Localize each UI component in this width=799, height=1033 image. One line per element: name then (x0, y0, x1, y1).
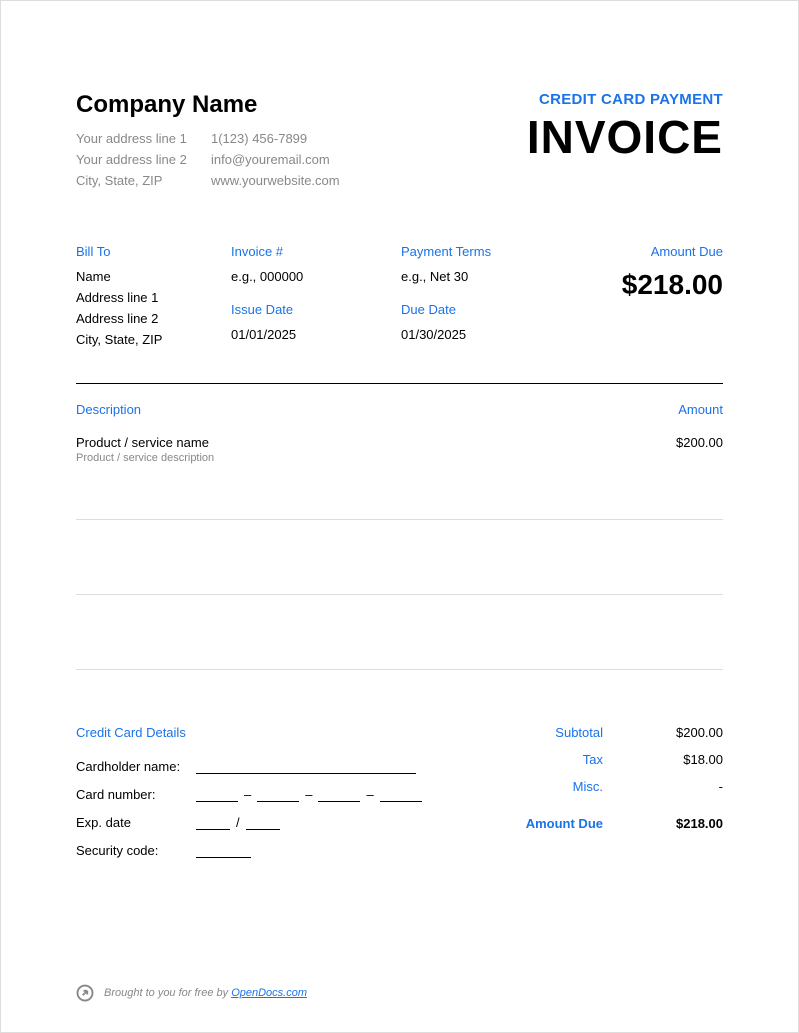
due-date: 01/30/2025 (401, 327, 551, 342)
invoice-meta: Bill To Name Address line 1 Address line… (76, 244, 723, 353)
line-item-row: Product / service name Product / service… (76, 435, 723, 520)
external-link-icon (76, 984, 94, 1002)
cc-exp-year[interactable] (246, 814, 280, 830)
tax-value: $18.00 (643, 752, 723, 767)
lower-section: Credit Card Details Cardholder name: Car… (76, 725, 723, 870)
cc-security-row: Security code: (76, 842, 426, 858)
totals-block: Subtotal $200.00 Tax $18.00 Misc. - Amou… (473, 725, 723, 870)
issue-date-label: Issue Date (231, 302, 401, 317)
company-phone: 1(123) 456-7899 (211, 131, 307, 146)
amount-due-row: Amount Due $218.00 (473, 816, 723, 831)
cc-slash: / (236, 815, 240, 830)
footer-prefix: Brought to you for free by (104, 987, 231, 999)
total-amount-due-label: Amount Due (473, 816, 643, 831)
line-item-name: Product / service name (76, 435, 214, 450)
company-block: Company Name Your address line 1 1(123) … (76, 91, 340, 194)
cc-cardholder-field[interactable] (196, 758, 416, 774)
line-item-empty-row (76, 520, 723, 595)
company-csz: City, State, ZIP (76, 173, 211, 188)
misc-row: Misc. - (473, 779, 723, 794)
tax-label: Tax (473, 752, 643, 767)
cc-exp-row: Exp. date / (76, 814, 426, 830)
cc-cardnumber-seg2[interactable] (257, 786, 299, 802)
line-item-empty-row (76, 595, 723, 670)
bill-to-csz: City, State, ZIP (76, 332, 231, 347)
invoice-number: e.g., 000000 (231, 269, 401, 284)
subtotal-label: Subtotal (473, 725, 643, 740)
total-amount-due-value: $218.00 (643, 816, 723, 831)
subtotal-value: $200.00 (643, 725, 723, 740)
cc-cardholder-label: Cardholder name: (76, 759, 196, 774)
invoice-header: Company Name Your address line 1 1(123) … (76, 91, 723, 194)
description-header: Description (76, 402, 141, 417)
cc-dash: – (305, 787, 312, 802)
cc-cardnumber-seg3[interactable] (318, 786, 360, 802)
invoice-number-label: Invoice # (231, 244, 401, 259)
cc-exp-month[interactable] (196, 814, 230, 830)
bill-to-name: Name (76, 269, 231, 284)
cc-exp-label: Exp. date (76, 815, 196, 830)
footer-link[interactable]: OpenDocs.com (231, 987, 307, 999)
cc-security-label: Security code: (76, 843, 196, 858)
cc-dash: – (366, 787, 373, 802)
amount-due-column: Amount Due $218.00 (551, 244, 723, 353)
amount-due-value: $218.00 (551, 269, 723, 301)
tax-row: Tax $18.00 (473, 752, 723, 767)
amount-due-label: Amount Due (551, 244, 723, 259)
company-info-row: City, State, ZIP www.yourwebsite.com (76, 173, 340, 188)
payment-terms-column: Payment Terms e.g., Net 30 Due Date 01/3… (401, 244, 551, 353)
cc-cardholder-row: Cardholder name: (76, 758, 426, 774)
company-info-row: Your address line 2 info@youremail.com (76, 152, 340, 167)
footer-text: Brought to you for free by OpenDocs.com (104, 987, 307, 999)
due-date-label: Due Date (401, 302, 551, 317)
invoice-number-column: Invoice # e.g., 000000 Issue Date 01/01/… (231, 244, 401, 353)
line-item-desc: Product / service description (76, 452, 214, 464)
amount-header: Amount (678, 402, 723, 417)
cc-cardnumber-label: Card number: (76, 787, 196, 802)
cc-title: Credit Card Details (76, 725, 426, 740)
payment-terms-label: Payment Terms (401, 244, 551, 259)
footer: Brought to you for free by OpenDocs.com (76, 984, 307, 1002)
cc-cardnumber-seg1[interactable] (196, 786, 238, 802)
bill-to-addr1: Address line 1 (76, 290, 231, 305)
company-name: Company Name (76, 91, 340, 119)
bill-to-addr2: Address line 2 (76, 311, 231, 326)
company-info-row: Your address line 1 1(123) 456-7899 (76, 131, 340, 146)
cc-cardnumber-row: Card number: – – – (76, 786, 426, 802)
company-address1: Your address line 1 (76, 131, 211, 146)
subtotal-row: Subtotal $200.00 (473, 725, 723, 740)
company-email: info@youremail.com (211, 152, 330, 167)
title-subtitle: CREDIT CARD PAYMENT (527, 91, 723, 108)
bill-to-column: Bill To Name Address line 1 Address line… (76, 244, 231, 353)
items-divider-top (76, 383, 723, 384)
misc-value: - (643, 779, 723, 794)
company-address2: Your address line 2 (76, 152, 211, 167)
credit-card-details: Credit Card Details Cardholder name: Car… (76, 725, 426, 870)
line-item-amount: $200.00 (676, 435, 723, 450)
title-block: CREDIT CARD PAYMENT INVOICE (527, 91, 723, 194)
bill-to-label: Bill To (76, 244, 231, 259)
cc-security-field[interactable] (196, 842, 251, 858)
title-main: INVOICE (527, 110, 723, 164)
company-website: www.yourwebsite.com (211, 173, 340, 188)
issue-date: 01/01/2025 (231, 327, 401, 342)
line-item-text: Product / service name Product / service… (76, 435, 214, 464)
items-header: Description Amount (76, 402, 723, 417)
cc-dash: – (244, 787, 251, 802)
misc-label: Misc. (473, 779, 643, 794)
cc-cardnumber-seg4[interactable] (380, 786, 422, 802)
payment-terms: e.g., Net 30 (401, 269, 551, 284)
